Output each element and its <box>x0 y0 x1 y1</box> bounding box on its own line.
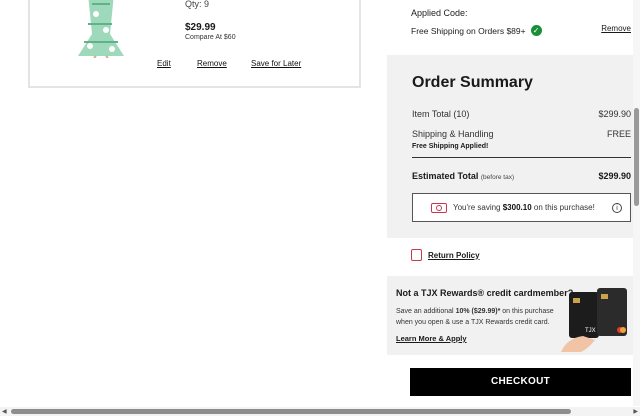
savings-box: You're saving $300.10 on this purchase! … <box>412 193 631 222</box>
scroll-right-icon[interactable]: ▶ <box>633 408 638 415</box>
card-brand: TJX <box>585 328 596 334</box>
item-total-label: Item Total (10) <box>412 109 470 119</box>
item-quantity: Qty: 9 <box>185 0 210 9</box>
summary-divider <box>412 157 631 158</box>
return-policy[interactable]: Return Policy <box>411 249 480 261</box>
money-icon <box>431 202 447 213</box>
applied-code-text: Free Shipping on Orders $89+ <box>411 25 526 36</box>
savings-prefix: You're saving <box>453 203 501 212</box>
item-price: $29.99 <box>185 22 216 33</box>
rewards-text: Save an additional 10% ($29.99)* on this… <box>396 306 568 328</box>
applied-code-row: Free Shipping on Orders $89+ ✓ <box>411 25 542 36</box>
credit-cards-image: TJX <box>561 286 631 352</box>
rewards-title: Not a TJX Rewards® credit cardmember? <box>396 288 574 298</box>
estimated-total-label: Estimated Total <box>412 171 479 181</box>
horizontal-scrollbar[interactable]: ◀ ▶ <box>0 407 640 416</box>
rewards-discount: 10% ($29.99)* <box>455 308 501 315</box>
applied-code-label: Applied Code: <box>411 8 468 18</box>
estimated-total-note: (before tax) <box>480 174 515 181</box>
save-for-later-link[interactable]: Save for Later <box>251 59 301 68</box>
savings-amount: $300.10 <box>502 203 532 212</box>
shopping-bag-icon <box>411 249 422 261</box>
scroll-left-icon[interactable]: ◀ <box>2 408 7 415</box>
rewards-promo: Not a TJX Rewards® credit cardmember? Sa… <box>387 276 633 355</box>
order-summary-title: Order Summary <box>412 74 533 91</box>
item-total-value: $299.90 <box>598 109 631 119</box>
remove-code-link[interactable]: Remove <box>601 24 631 33</box>
check-circle-icon: ✓ <box>530 25 542 36</box>
order-summary: Order Summary Item Total (10) $299.90 Sh… <box>387 55 633 238</box>
vertical-scrollbar[interactable] <box>633 0 640 406</box>
item-total-row: Item Total (10) $299.90 <box>412 109 631 119</box>
learn-more-apply-link[interactable]: Learn More & Apply <box>396 334 467 343</box>
rewards-text-prefix: Save an additional <box>396 308 454 315</box>
info-icon[interactable]: i <box>612 203 622 213</box>
cart-item-card: Qty: 9 $29.99 Compare At $60 Edit Remove… <box>28 0 361 88</box>
horizontal-scroll-thumb[interactable] <box>11 409 571 414</box>
shipping-label: Shipping & Handling <box>412 129 494 139</box>
edit-link[interactable]: Edit <box>157 59 171 68</box>
return-policy-link[interactable]: Return Policy <box>428 251 480 260</box>
shipping-row: Shipping & Handling FREE <box>412 129 631 139</box>
shipping-value: FREE <box>606 129 631 139</box>
vertical-scroll-thumb[interactable] <box>634 108 639 206</box>
order-sidebar: Applied Code: Free Shipping on Orders $8… <box>387 0 633 416</box>
free-shipping-applied: Free Shipping Applied! <box>412 143 489 150</box>
product-image[interactable] <box>66 0 156 58</box>
estimated-total-value: $299.90 <box>598 171 631 181</box>
savings-suffix: on this purchase! <box>533 203 595 212</box>
cart-page: Qty: 9 $29.99 Compare At $60 Edit Remove… <box>0 0 640 416</box>
item-compare-price: Compare At $60 <box>185 34 236 41</box>
checkout-button[interactable]: CHECKOUT <box>410 368 631 396</box>
estimated-total-row: Estimated Total (before tax) $299.90 <box>412 171 631 181</box>
remove-item-link[interactable]: Remove <box>197 59 227 68</box>
